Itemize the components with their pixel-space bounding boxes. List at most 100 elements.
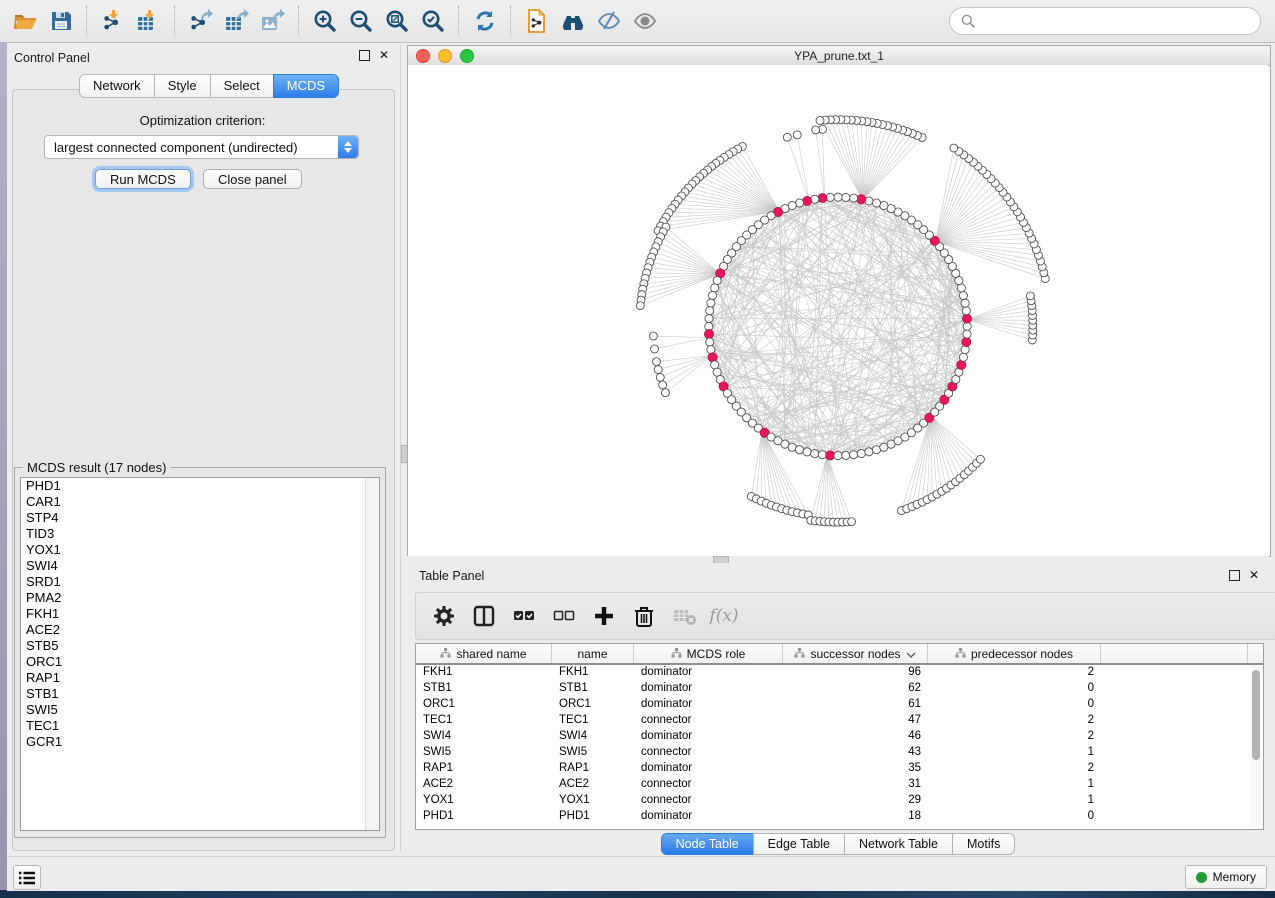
open-session-icon[interactable] (10, 6, 40, 36)
export-image-icon[interactable] (258, 6, 288, 36)
table-row[interactable]: RAP1RAP1dominator352 (416, 761, 1263, 777)
table-scrollbar[interactable] (1250, 665, 1262, 827)
cell-MCDS-role[interactable]: dominator (634, 665, 783, 681)
cell-shared-name[interactable]: TEC1 (416, 713, 552, 729)
optimization-criterion-select[interactable]: largest connected component (undirected) (44, 135, 359, 159)
cell-predecessor-nodes[interactable]: 0 (928, 809, 1101, 825)
float-panel-icon[interactable] (359, 50, 370, 61)
zoom-out-icon[interactable] (346, 6, 376, 36)
delete-row-icon[interactable] (630, 602, 658, 630)
cell-predecessor-nodes[interactable]: 2 (928, 761, 1101, 777)
tab-node-table[interactable]: Node Table (661, 833, 753, 855)
cell-predecessor-nodes[interactable]: 0 (928, 681, 1101, 697)
mcds-node-item[interactable]: STB5 (21, 638, 379, 654)
cell-MCDS-role[interactable]: dominator (634, 761, 783, 777)
table-row[interactable]: ORC1ORC1dominator610 (416, 697, 1263, 713)
mcds-node-item[interactable]: GCR1 (21, 734, 379, 750)
cell-shared-name[interactable]: STB1 (416, 681, 552, 697)
cell-MCDS-role[interactable]: dominator (634, 809, 783, 825)
cell-name[interactable]: ACE2 (552, 777, 634, 793)
cell-successor-nodes[interactable]: 96 (783, 665, 928, 681)
add-row-icon[interactable] (590, 602, 618, 630)
cell-successor-nodes[interactable]: 47 (783, 713, 928, 729)
cell-shared-name[interactable]: FKH1 (416, 665, 552, 681)
deselect-all-icon[interactable] (550, 602, 578, 630)
cell-shared-name[interactable]: PHD1 (416, 809, 552, 825)
mcds-node-item[interactable]: STB1 (21, 686, 379, 702)
tab-mcds[interactable]: MCDS (273, 74, 339, 98)
cell-name[interactable]: PHD1 (552, 809, 634, 825)
cell-name[interactable]: STB1 (552, 681, 634, 697)
cell-successor-nodes[interactable]: 35 (783, 761, 928, 777)
mcds-list-scrollbar[interactable] (365, 478, 379, 830)
hide-visual-icon[interactable] (594, 6, 624, 36)
select-all-icon[interactable] (510, 602, 538, 630)
zoom-fit-icon[interactable] (382, 6, 412, 36)
cell-successor-nodes[interactable]: 46 (783, 729, 928, 745)
close-table-panel-icon[interactable]: ✕ (1249, 571, 1259, 580)
float-table-panel-icon[interactable] (1229, 570, 1240, 581)
columns-icon[interactable] (470, 602, 498, 630)
cell-shared-name[interactable]: YOX1 (416, 793, 552, 809)
search-box[interactable] (949, 7, 1261, 35)
close-panel-icon[interactable]: ✕ (379, 51, 389, 60)
refresh-icon[interactable] (470, 6, 500, 36)
cell-name[interactable]: SWI4 (552, 729, 634, 745)
tab-select[interactable]: Select (210, 74, 273, 98)
cell-MCDS-role[interactable]: dominator (634, 729, 783, 745)
cell-MCDS-role[interactable]: connector (634, 777, 783, 793)
mcds-node-item[interactable]: SRD1 (21, 574, 379, 590)
table-row[interactable]: YOX1YOX1connector291 (416, 793, 1263, 809)
cell-MCDS-role[interactable]: connector (634, 745, 783, 761)
save-session-icon[interactable] (46, 6, 76, 36)
cell-predecessor-nodes[interactable]: 1 (928, 745, 1101, 761)
mcds-node-item[interactable]: PMA2 (21, 590, 379, 606)
cell-name[interactable]: RAP1 (552, 761, 634, 777)
mcds-node-item[interactable]: FKH1 (21, 606, 379, 622)
network-canvas[interactable] (408, 65, 1268, 555)
mcds-node-item[interactable]: ORC1 (21, 654, 379, 670)
cell-predecessor-nodes[interactable]: 1 (928, 777, 1101, 793)
tab-style[interactable]: Style (154, 74, 210, 98)
column-header-predecessor-nodes[interactable]: predecessor nodes (928, 644, 1101, 663)
cell-predecessor-nodes[interactable]: 2 (928, 665, 1101, 681)
cell-shared-name[interactable]: ACE2 (416, 777, 552, 793)
mcds-node-item[interactable]: TID3 (21, 526, 379, 542)
mcds-node-item[interactable]: RAP1 (21, 670, 379, 686)
column-header-MCDS-role[interactable]: MCDS role (634, 644, 783, 663)
cell-name[interactable]: ORC1 (552, 697, 634, 713)
mcds-node-item[interactable]: PHD1 (21, 478, 379, 494)
cell-MCDS-role[interactable]: connector (634, 793, 783, 809)
cell-shared-name[interactable]: SWI4 (416, 729, 552, 745)
import-network-icon[interactable] (98, 6, 128, 36)
memory-button[interactable]: Memory (1185, 865, 1267, 889)
search-input[interactable] (977, 13, 1251, 29)
cell-predecessor-nodes[interactable]: 2 (928, 729, 1101, 745)
cell-name[interactable]: YOX1 (552, 793, 634, 809)
cell-MCDS-role[interactable]: dominator (634, 697, 783, 713)
table-scrollbar-thumb[interactable] (1252, 670, 1260, 760)
close-panel-button[interactable]: Close panel (203, 169, 302, 189)
horizontal-splitter[interactable] (407, 556, 1269, 563)
mcds-node-item[interactable]: CAR1 (21, 494, 379, 510)
tab-network[interactable]: Network (79, 74, 154, 98)
mcds-result-list[interactable]: PHD1CAR1STP4TID3YOX1SWI4SRD1PMA2FKH1ACE2… (20, 477, 380, 831)
cell-successor-nodes[interactable]: 62 (783, 681, 928, 697)
column-header-successor-nodes[interactable]: successor nodes (783, 644, 928, 663)
column-header-shared-name[interactable]: shared name (416, 644, 552, 663)
show-visual-icon[interactable] (630, 6, 660, 36)
cell-shared-name[interactable]: ORC1 (416, 697, 552, 713)
export-network-icon[interactable] (186, 6, 216, 36)
mcds-node-item[interactable]: SWI4 (21, 558, 379, 574)
network-graph[interactable] (408, 65, 1268, 555)
search-network-icon[interactable] (558, 6, 588, 36)
cell-predecessor-nodes[interactable]: 0 (928, 697, 1101, 713)
cell-MCDS-role[interactable]: connector (634, 713, 783, 729)
gear-icon[interactable] (430, 602, 458, 630)
cell-successor-nodes[interactable]: 29 (783, 793, 928, 809)
mcds-node-item[interactable]: TEC1 (21, 718, 379, 734)
cell-shared-name[interactable]: SWI5 (416, 745, 552, 761)
zoom-in-icon[interactable] (310, 6, 340, 36)
network-window-titlebar[interactable]: YPA_prune.txt_1 (408, 45, 1270, 66)
cell-successor-nodes[interactable]: 18 (783, 809, 928, 825)
